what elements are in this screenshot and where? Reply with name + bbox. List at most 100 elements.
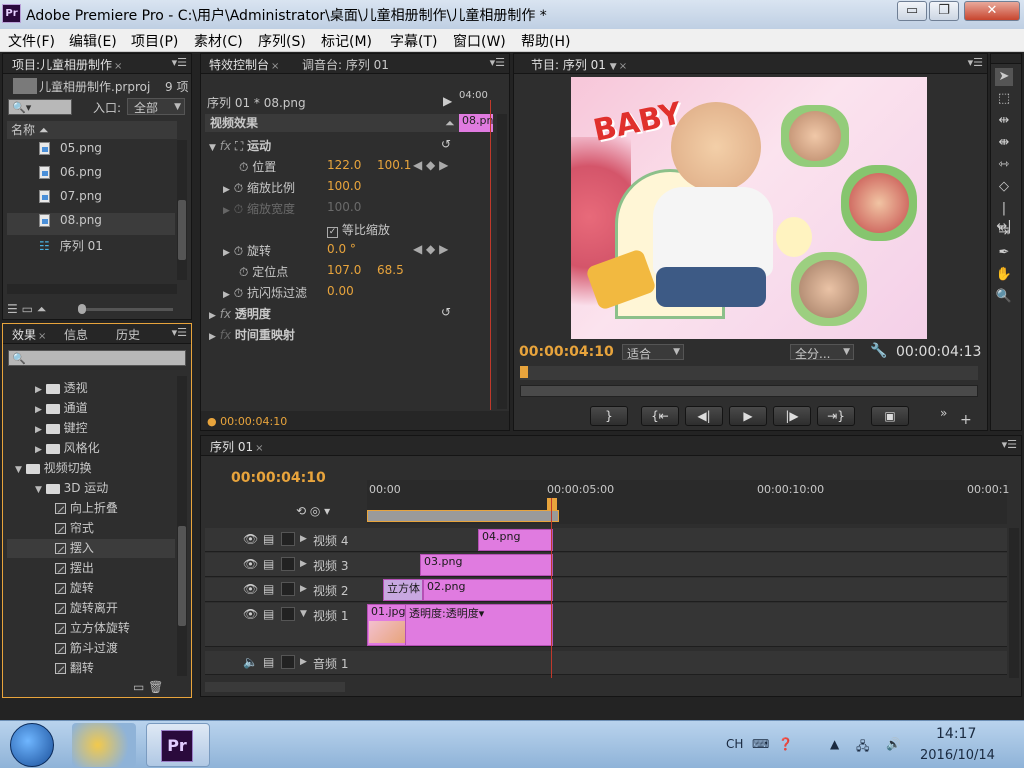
tab-info[interactable]: 信息 [61, 326, 91, 343]
eye-icon[interactable]: 👁 [243, 532, 258, 546]
effects-folder[interactable]: ▶ 通道 [7, 399, 175, 418]
sync-lock-toggle[interactable] [281, 557, 295, 571]
panel-menu-icon[interactable]: ▾☰ [1002, 438, 1017, 451]
stopwatch-icon[interactable]: ⏱ [239, 160, 248, 174]
slip-tool-icon[interactable]: |↔| [995, 200, 1013, 234]
lock-track-icon[interactable]: ▤ [263, 532, 274, 546]
panel-menu-icon[interactable]: ▾☰ [490, 56, 505, 69]
effects-folder[interactable]: ▶ 风格化 [7, 439, 175, 458]
tab-history[interactable]: 历史 [113, 326, 143, 343]
slide-tool-icon[interactable]: ↹ [995, 222, 1013, 240]
effects-folder[interactable]: ▼ 视频切换 [7, 459, 175, 478]
expand-triangle-icon[interactable]: ▶ [300, 584, 307, 594]
reset-icon[interactable]: ↺ [441, 137, 451, 151]
program-time-ruler[interactable] [520, 366, 978, 380]
program-zoom-bar[interactable] [520, 385, 978, 397]
play-only-audio-icon[interactable]: ▶ [443, 94, 452, 108]
effect-item[interactable]: 向上折叠 [7, 499, 175, 518]
timeline-scrollbar[interactable] [1009, 528, 1019, 678]
work-area-bar[interactable] [367, 510, 559, 522]
effect-item[interactable]: 摆入 [7, 539, 175, 558]
expand-triangle-icon[interactable]: ▶ [209, 311, 216, 321]
start-button[interactable] [10, 723, 54, 767]
sync-lock-toggle[interactable] [281, 607, 295, 621]
timeline-zoom-bar[interactable] [205, 682, 345, 692]
project-item[interactable]: 05.png [7, 141, 175, 163]
name-column-header[interactable]: 名称 ⏶ [7, 121, 177, 139]
network-icon[interactable]: 🖧 [856, 737, 869, 758]
lock-track-icon[interactable]: ▤ [263, 655, 274, 669]
tab-audio-mixer[interactable]: 调音台: 序列 01 [299, 56, 392, 73]
expand-triangle-icon[interactable]: ▶ [223, 290, 230, 300]
project-item[interactable]: 07.png [7, 189, 175, 211]
menu-marker[interactable]: 标记(M) [321, 31, 372, 51]
eye-icon[interactable]: 👁 [243, 607, 258, 621]
antiflicker-value[interactable]: 0.00 [327, 284, 354, 298]
expand-triangle-icon[interactable]: ▶ [209, 332, 216, 342]
project-scrollbar[interactable] [177, 140, 187, 280]
effects-search-input[interactable]: 🔍 [8, 350, 186, 366]
step-back-button[interactable]: ◀| [685, 406, 723, 426]
quality-dropdown[interactable]: 全分... ▼ [790, 344, 854, 361]
stopwatch-icon[interactable]: ⏱ [234, 181, 243, 195]
project-hscrollbar[interactable] [7, 284, 177, 294]
close-icon[interactable]: × [38, 331, 46, 342]
mark-out-button[interactable]: } [590, 406, 628, 426]
eye-icon[interactable]: 👁 [243, 557, 258, 571]
menu-file[interactable]: 文件(F) [8, 31, 55, 51]
keyframe-navigator[interactable]: ◀ ◆ ▶ [413, 242, 448, 256]
snap-icon[interactable]: ⟲ ◎ ▾ [296, 504, 330, 518]
tab-program[interactable]: 节目: 序列 01 ▼ × [528, 56, 630, 73]
timeline-clip[interactable]: 立方体 [383, 579, 423, 601]
taskbar-premiere-button[interactable]: Pr [146, 723, 210, 767]
time-remap-row[interactable]: ▶ fx 时间重映射 [209, 326, 295, 343]
timeline-clip[interactable]: 04.png [478, 529, 553, 551]
help-icon[interactable]: ❓ [778, 737, 793, 751]
taskbar-app-icon[interactable] [72, 723, 136, 767]
menu-sequence[interactable]: 序列(S) [258, 31, 306, 51]
collapse-triangle-icon[interactable]: ▼ [209, 143, 216, 153]
project-search-input[interactable]: 🔍▾ [8, 99, 72, 115]
effects-folder[interactable]: ▼ 3D 运动 [7, 479, 175, 498]
zoom-tool-icon[interactable]: 🔍 [995, 288, 1013, 306]
clock-time[interactable]: 14:17 [936, 726, 976, 742]
effect-item[interactable]: 摆出 [7, 559, 175, 578]
effect-item[interactable]: 旋转离开 [7, 599, 175, 618]
expand-triangle-icon[interactable]: ▶ [300, 559, 307, 569]
entry-dropdown[interactable]: 全部 ▼ [127, 98, 185, 115]
expand-triangle-icon[interactable]: ▶ [300, 534, 307, 544]
expand-triangle-icon[interactable]: ▶ [35, 385, 42, 395]
tab-sequence[interactable]: 序列 01 × [207, 438, 266, 455]
chevron-down-icon[interactable]: ▼ [610, 62, 617, 72]
hand-tool-icon[interactable]: ✋ [995, 266, 1013, 284]
show-hidden-icons-icon[interactable]: ▲ [830, 737, 839, 751]
effect-item[interactable]: 筋斗过渡 [7, 639, 175, 658]
expand-triangle-icon[interactable]: ▶ [35, 405, 42, 415]
close-icon[interactable]: × [619, 61, 627, 72]
menu-title[interactable]: 字幕(T) [390, 31, 437, 51]
step-forward-button[interactable]: |▶ [773, 406, 811, 426]
close-icon[interactable]: × [255, 443, 263, 454]
effects-scrollbar[interactable] [177, 376, 187, 676]
rotation-value[interactable]: 0.0 ° [327, 242, 356, 256]
collapse-triangle-icon[interactable]: ▼ [15, 465, 22, 475]
close-icon[interactable]: × [271, 61, 279, 72]
timeline-clip[interactable]: 03.png [420, 554, 553, 576]
timeline-ruler[interactable]: 00:00 00:00:05:00 00:00:10:00 00:00:1 [367, 480, 1009, 524]
collapse-triangle-icon[interactable]: ▼ [35, 485, 42, 495]
ripple-edit-tool-icon[interactable]: ⇹ [995, 112, 1013, 130]
close-button[interactable]: ✕ [964, 1, 1020, 21]
panel-menu-icon[interactable]: ▾☰ [172, 56, 187, 69]
tab-effects[interactable]: 效果 × [9, 326, 49, 343]
effects-folder[interactable]: ▶ 透视 [7, 379, 175, 398]
expand-triangle-icon[interactable]: ▶ [223, 248, 230, 258]
play-button[interactable]: ▶ [729, 406, 767, 426]
stopwatch-icon[interactable]: ⏱ [234, 286, 243, 300]
speaker-icon[interactable]: 🔈 [243, 655, 258, 669]
ec-scrollbar[interactable] [497, 114, 507, 409]
lock-track-icon[interactable]: ▤ [263, 582, 274, 596]
stopwatch-icon[interactable]: ⏱ [234, 244, 243, 258]
track-select-tool-icon[interactable]: ⬚ [995, 90, 1013, 108]
close-icon[interactable]: × [114, 61, 122, 72]
panel-menu-icon[interactable]: ▾☰ [968, 56, 983, 69]
